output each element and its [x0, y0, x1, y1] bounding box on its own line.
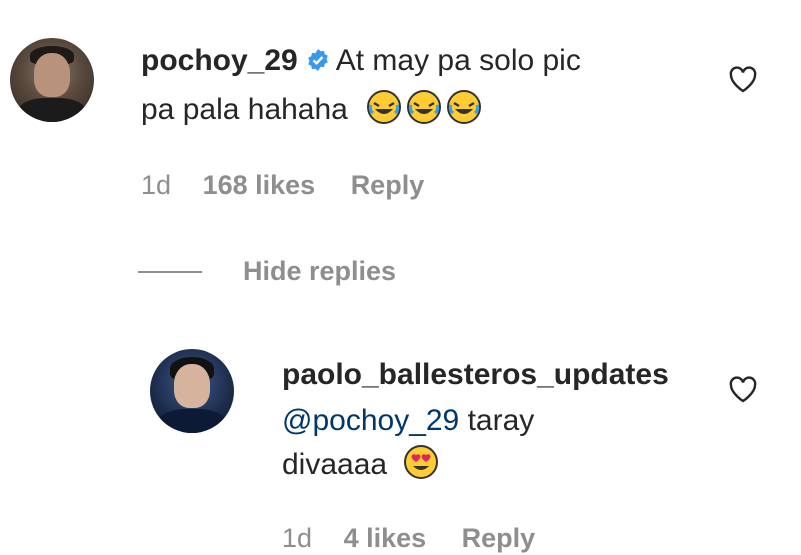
comment-username-row: pochoy_29 At may pa solo pic [141, 44, 581, 78]
laughing-emoji-icon [407, 90, 442, 124]
hide-replies-button[interactable]: Hide replies [243, 256, 396, 287]
comment-meta: 1d 168 likes Reply [141, 170, 424, 201]
reply-username[interactable]: paolo_ballesteros_updates [282, 358, 669, 392]
comment-text-line1: At may pa solo pic [335, 44, 581, 77]
reply-reply-button[interactable]: Reply [462, 523, 536, 553]
comment-time[interactable]: 1d [141, 170, 171, 200]
laughing-emoji-icon [367, 90, 402, 124]
like-heart-icon[interactable] [726, 62, 760, 96]
mention-link[interactable]: @pochoy_29 [282, 404, 459, 437]
verified-badge-icon [307, 49, 328, 71]
reply-text-line1: @pochoy_29 taray [282, 399, 534, 443]
like-heart-icon[interactable] [726, 372, 760, 406]
heart-eyes-emoji-icon [404, 445, 439, 479]
reply-text-line2-row: divaaaa [282, 443, 443, 487]
reply-text-line2: divaaaa [282, 448, 388, 481]
comment-username[interactable]: pochoy_29 [141, 44, 298, 77]
comment-text-line2-row: pa pala hahaha [141, 88, 486, 132]
comment-text-line2: pa pala hahaha [141, 93, 348, 126]
comment-likes[interactable]: 168 likes [203, 170, 316, 200]
reply-time[interactable]: 1d [282, 523, 312, 553]
laughing-emoji-icon [447, 90, 482, 124]
avatar[interactable] [10, 38, 94, 122]
comment-reply-button[interactable]: Reply [351, 170, 425, 200]
replies-divider [138, 271, 202, 273]
reply-likes[interactable]: 4 likes [344, 523, 427, 553]
reply-meta: 1d 4 likes Reply [282, 523, 535, 554]
avatar[interactable] [150, 349, 234, 433]
reply-text: taray [459, 404, 535, 437]
